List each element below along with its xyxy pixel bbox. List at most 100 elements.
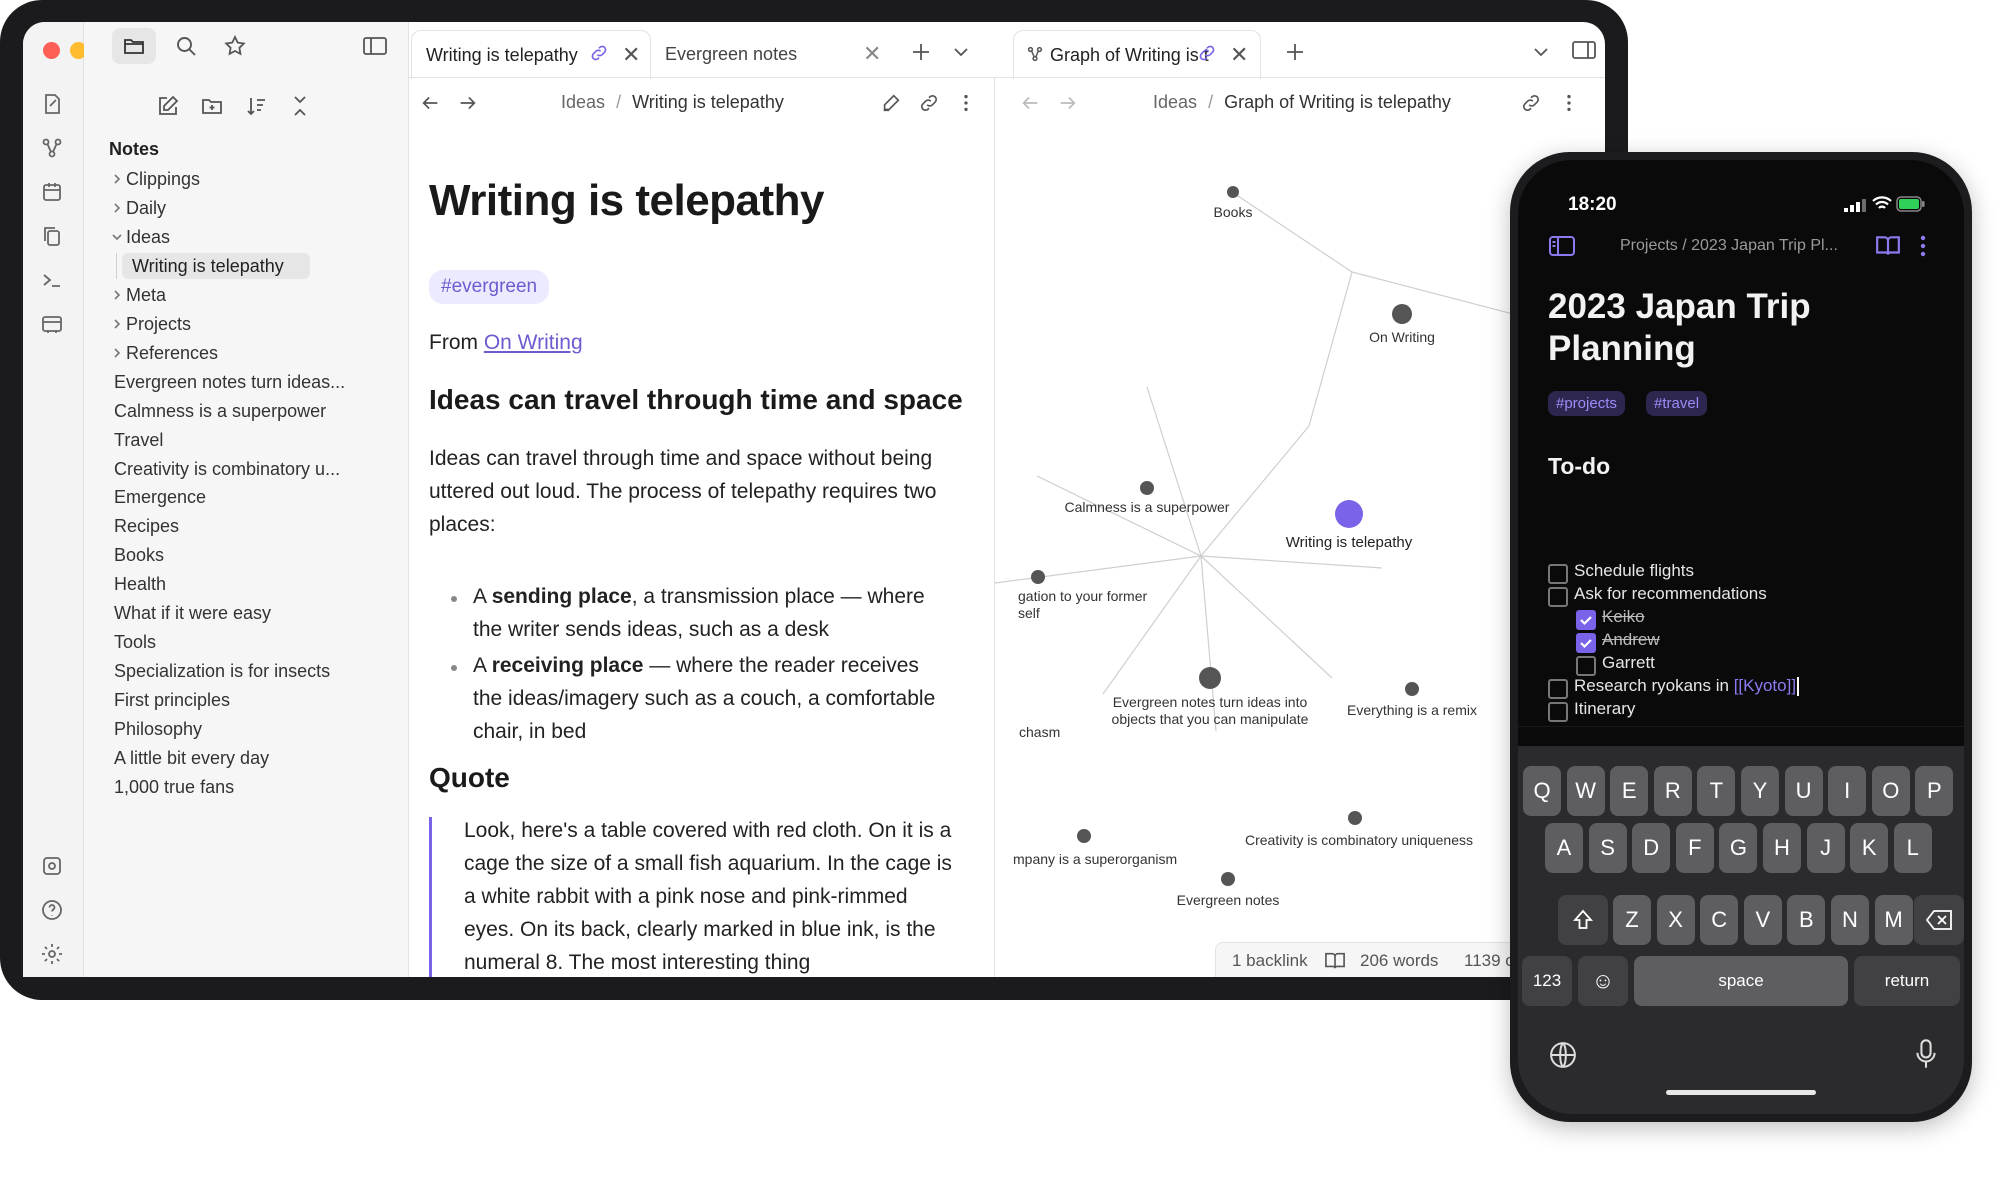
close-tab-icon[interactable]: ✕ [622,31,640,79]
vault-root-label[interactable]: Notes [109,139,159,160]
sidebar-note[interactable]: What if it were easy [114,603,271,624]
checked-checkbox[interactable] [1576,610,1596,630]
new-folder-icon[interactable] [200,94,224,118]
todo-item[interactable]: Research ryokans in [[Kyoto]] [1574,676,1800,697]
sidebar-folder[interactable]: Daily [126,198,166,219]
todo-item[interactable]: Andrew [1602,630,1660,650]
checkbox[interactable] [1548,679,1568,699]
breadcrumb-folder[interactable]: Ideas [561,92,605,112]
more-options-icon[interactable] [955,92,977,114]
key-g[interactable]: G [1719,823,1758,873]
chevron-right-icon[interactable] [111,288,123,304]
key-d[interactable]: D [1632,823,1671,873]
settings-gear-icon[interactable] [40,942,64,966]
key-s[interactable]: S [1588,823,1627,873]
checkbox[interactable] [1548,702,1568,722]
sidebar-note[interactable]: Writing is telepathy [132,256,284,277]
key-e[interactable]: E [1610,766,1649,816]
back-arrow-icon[interactable] [419,92,441,114]
chevron-right-icon[interactable] [111,201,123,217]
checkbox[interactable] [1548,564,1568,584]
key-h[interactable]: H [1763,823,1801,873]
microphone-icon[interactable] [1914,1038,1938,1070]
tag-travel[interactable]: #travel [1646,391,1708,416]
search-icon[interactable] [174,34,198,58]
graph-node-evergreen-notes[interactable] [1221,872,1235,886]
sidebar-note[interactable]: Philosophy [114,719,202,740]
vault-icon[interactable] [40,854,64,878]
canvas-icon[interactable] [40,312,64,336]
sidebar-note[interactable]: Calmness is a superpower [114,401,326,422]
todo-item[interactable]: Itinerary [1574,699,1635,719]
sidebar-folder[interactable]: Ideas [126,227,170,248]
sidebar-folder[interactable]: References [126,343,218,364]
calendar-icon[interactable] [40,180,64,204]
tab-graph[interactable]: Graph of Writing is t ✕ [1013,30,1261,79]
tab-list-chevron-icon[interactable] [1529,40,1553,64]
key-u[interactable]: U [1784,766,1823,816]
close-window-button[interactable] [43,42,60,59]
sidebar-note[interactable]: Tools [114,632,156,653]
space-key[interactable]: space [1634,956,1848,1006]
reading-book-icon[interactable] [1324,951,1346,971]
graph-node-superorganism[interactable] [1077,829,1091,843]
chevron-right-icon[interactable] [111,172,123,188]
graph-node-on-writing[interactable] [1392,304,1412,324]
breadcrumb-note[interactable]: Writing is telepathy [632,92,784,112]
close-tab-icon[interactable]: ✕ [863,30,881,78]
sidebar-note[interactable]: Evergreen notes turn ideas... [114,372,345,393]
sidebar-note[interactable]: Health [114,574,166,595]
graph-node-creativity[interactable] [1348,811,1362,825]
key-r[interactable]: R [1653,766,1692,816]
new-tab-plus-icon[interactable] [909,40,933,64]
file-explorer-tab[interactable] [112,28,156,64]
sidebar-note[interactable]: A little bit every day [114,748,269,769]
sidebar-note[interactable]: Creativity is combinatory u... [114,459,340,480]
new-tab-plus-icon[interactable] [1283,40,1307,64]
link-icon[interactable] [918,92,940,114]
key-k[interactable]: K [1850,823,1889,873]
backspace-key[interactable] [1914,895,1964,945]
close-tab-icon[interactable]: ✕ [1230,31,1248,79]
graph-node-calmness[interactable] [1140,481,1154,495]
sidebar-folder[interactable]: Meta [126,285,166,306]
chevron-down-icon[interactable] [111,230,123,246]
graph-view-icon[interactable] [40,136,64,160]
chevron-right-icon[interactable] [111,317,123,333]
checked-checkbox[interactable] [1576,633,1596,653]
tag-evergreen[interactable]: #evergreen [429,270,550,304]
on-writing-link[interactable]: On Writing [484,331,583,354]
emoji-key[interactable]: ☺ [1578,956,1628,1006]
tab-evergreen-notes[interactable]: Evergreen notes ✕ [651,30,891,78]
key-q[interactable]: Q [1523,766,1561,816]
tag-projects[interactable]: #projects [1548,391,1625,416]
todo-item[interactable]: Keiko [1602,607,1645,627]
key-n[interactable]: N [1831,895,1869,945]
numbers-key[interactable]: 123 [1522,956,1572,1006]
graph-node-writing-is-telepathy[interactable] [1335,500,1363,528]
key-l[interactable]: L [1893,823,1932,873]
key-z[interactable]: Z [1613,895,1651,945]
key-x[interactable]: X [1656,895,1695,945]
sidebar-folder[interactable]: Projects [126,314,191,335]
sidebar-note[interactable]: Emergence [114,487,206,508]
key-v[interactable]: V [1743,895,1782,945]
sidebar-note[interactable]: Books [114,545,164,566]
tab-list-chevron-icon[interactable] [949,40,973,64]
sidebar-folder[interactable]: Clippings [126,169,200,190]
graph-node-evergreen-turn[interactable] [1199,667,1221,689]
forward-arrow-icon[interactable] [457,92,479,114]
graph-node-remix[interactable] [1405,682,1419,696]
checkbox[interactable] [1548,587,1568,607]
sidebar-note[interactable]: Specialization is for insects [114,661,330,682]
chevron-right-icon[interactable] [111,346,123,362]
more-options-icon[interactable] [1916,234,1930,258]
right-sidebar-toggle-icon[interactable] [1571,38,1597,62]
return-key[interactable]: return [1854,956,1960,1006]
sidebar-note[interactable]: First principles [114,690,230,711]
edit-pencil-icon[interactable] [880,92,902,114]
key-o[interactable]: O [1871,766,1910,816]
terminal-icon[interactable] [40,268,64,292]
collapse-all-icon[interactable] [288,94,312,118]
sidebar-note[interactable]: Travel [114,430,163,451]
